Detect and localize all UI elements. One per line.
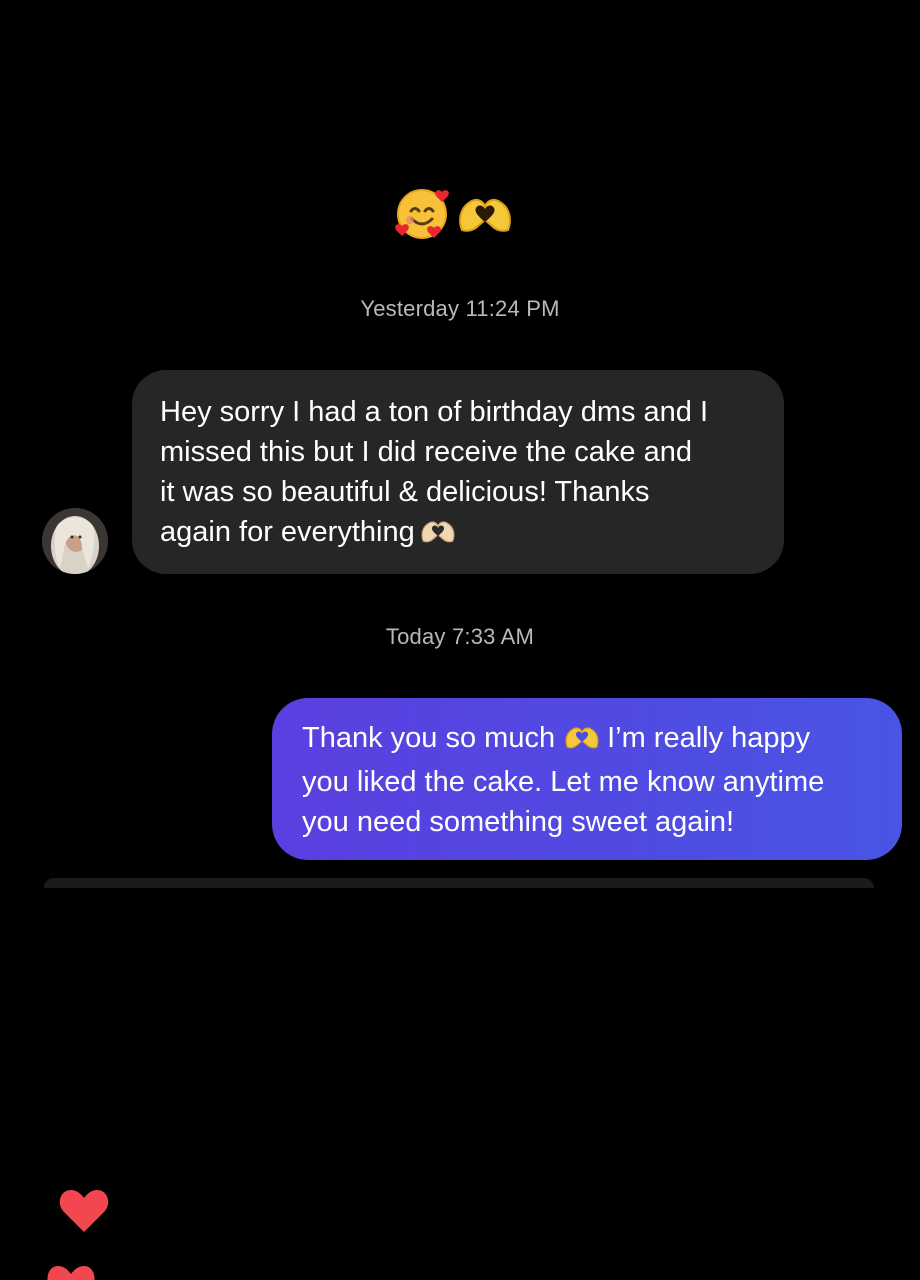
incoming-message-bubble[interactable]: Hey sorry I had a ton of birthday dms an… bbox=[132, 370, 784, 574]
message-text-line: you need something sweet again! bbox=[302, 806, 735, 838]
message-timestamp: Yesterday 11:24 PM bbox=[360, 296, 560, 321]
heart-icon bbox=[46, 1264, 96, 1280]
message-text-line: missed this but I did receive the cake a… bbox=[160, 436, 692, 468]
message-text-line: Thank you so much I’m really happy bbox=[302, 718, 878, 762]
message-timestamp: Today 7:33 AM bbox=[385, 624, 535, 649]
message-reactions[interactable] bbox=[394, 186, 514, 242]
heart-hands-icon bbox=[563, 722, 601, 762]
outgoing-message-bubble[interactable]: Thank you so much I’m really happy you li… bbox=[272, 698, 902, 860]
message-text-line: again for everything bbox=[160, 512, 758, 556]
heart-hands-icon bbox=[419, 516, 457, 556]
message-text-line: it was so beautiful & delicious! Thanks bbox=[160, 476, 650, 508]
heart-icon bbox=[58, 1188, 110, 1239]
smiling-face-with-hearts-icon bbox=[394, 186, 452, 242]
message-text-line: you liked the cake. Let me know anytime bbox=[302, 766, 825, 798]
chat-screen: Yesterday 11:24 PM Hey sorry I had a ton… bbox=[0, 0, 920, 1280]
composer-panel-edge bbox=[44, 878, 874, 888]
avatar[interactable] bbox=[42, 508, 108, 574]
heart-hands-icon bbox=[456, 192, 514, 236]
message-text-line: Hey sorry I had a ton of birthday dms an… bbox=[160, 396, 709, 428]
